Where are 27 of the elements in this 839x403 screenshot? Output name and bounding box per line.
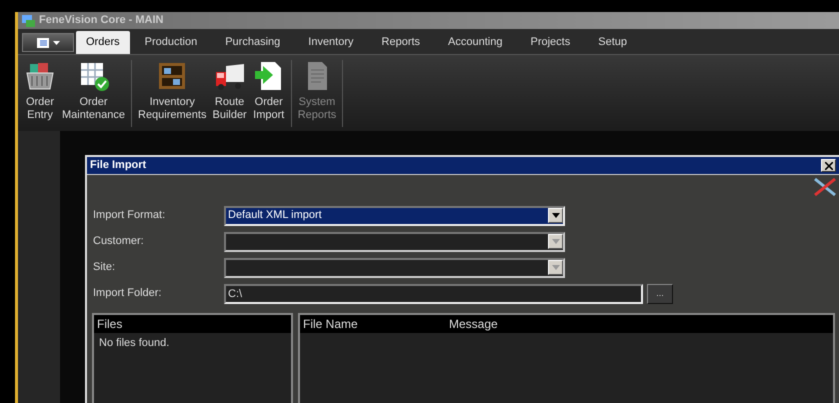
- ribbon-button[interactable]: Route Builder: [210, 60, 249, 127]
- field-label: Import Format:: [93, 208, 166, 224]
- list-header: Files: [94, 315, 291, 333]
- column-header[interactable]: File Name: [300, 315, 446, 333]
- tab[interactable]: Production: [132, 31, 210, 54]
- ribbon-button[interactable]: Order Import: [250, 60, 287, 127]
- tab[interactable]: Projects: [517, 31, 584, 54]
- browse-button[interactable]: ...: [647, 284, 673, 304]
- field-label: Customer:: [93, 234, 145, 250]
- tab[interactable]: Accounting: [435, 31, 516, 54]
- ribbon-button[interactable]: Inventory Requirements: [136, 60, 208, 127]
- ribbon-button[interactable]: Order Maintenance: [60, 60, 127, 127]
- tab[interactable]: Orders: [76, 31, 130, 54]
- field-label: Site:: [93, 260, 116, 276]
- tab[interactable]: Purchasing: [212, 31, 294, 54]
- column-header[interactable]: Message: [446, 315, 592, 333]
- field-label: Import Folder:: [93, 286, 162, 302]
- tab[interactable]: Reports: [368, 31, 434, 54]
- dropdown[interactable]: Default XML import: [224, 206, 565, 226]
- list-item[interactable]: No files found.: [94, 333, 291, 352]
- window-title: FeneVision Core - MAIN: [39, 13, 164, 28]
- tab[interactable]: Setup: [585, 31, 640, 54]
- dialog-title: File Import: [90, 158, 146, 174]
- tab[interactable]: Inventory: [295, 31, 367, 54]
- dropdown-value: Default XML import: [227, 208, 322, 224]
- ribbon-button[interactable]: Order Entry: [22, 60, 58, 127]
- folder-field[interactable]: C:\: [224, 284, 643, 304]
